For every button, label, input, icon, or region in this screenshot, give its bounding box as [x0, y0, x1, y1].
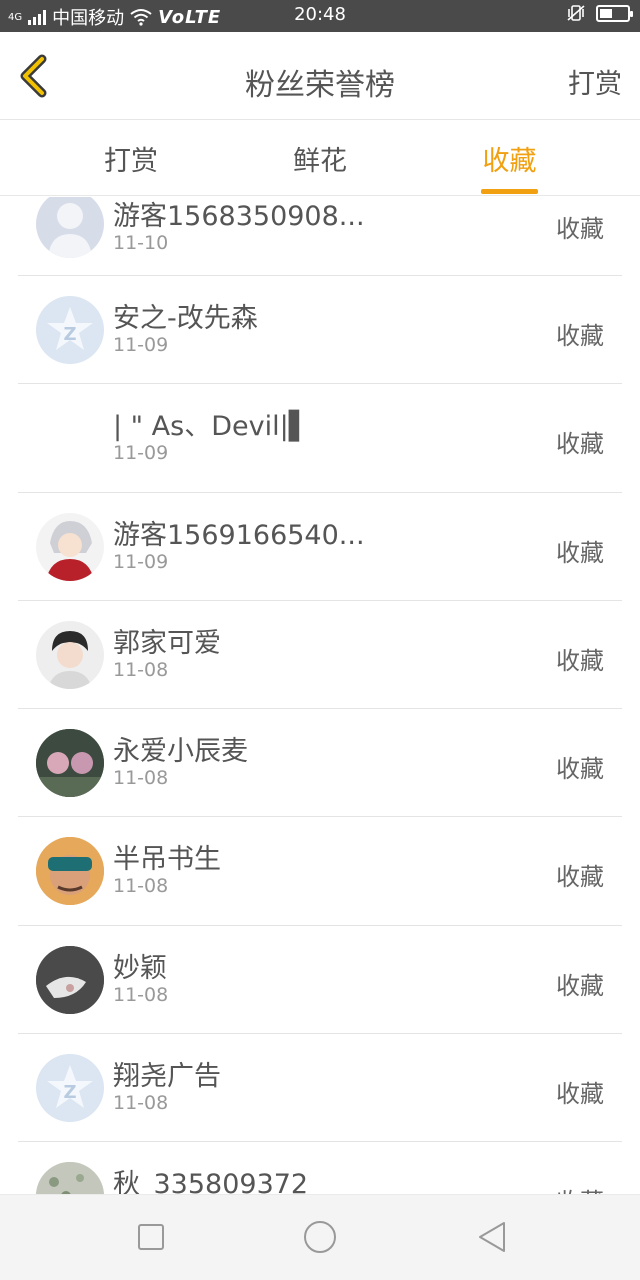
date-label: 11-08	[113, 983, 169, 1006]
user-name: 安之-改先森	[113, 303, 258, 334]
list-item[interactable]: 郭家可爱 11-08 收藏	[0, 601, 640, 710]
user-name: 妙颖	[113, 952, 167, 984]
triangle-back-icon	[479, 1222, 505, 1252]
date-label: 11-08	[113, 875, 169, 898]
avatar-blank	[36, 404, 104, 473]
list-item[interactable]: 游客1568350908... 11-10 收藏	[0, 197, 640, 276]
list-item[interactable]: 半吊书生 11-08 收藏	[0, 817, 640, 926]
list-item[interactable]: | " As、Devil|▌ 11-09 收藏	[0, 384, 640, 493]
vibrate-icon	[567, 5, 585, 21]
avatar-qq-default-icon: Z	[36, 296, 104, 364]
recents-button[interactable]	[131, 1217, 171, 1257]
system-nav-bar	[0, 1194, 640, 1280]
favorite-label: 收藏	[556, 971, 604, 1000]
favorite-label: 收藏	[556, 1080, 604, 1109]
tip-button[interactable]: 打赏	[568, 62, 622, 101]
circle-icon	[304, 1221, 336, 1253]
list-item[interactable]: 游客1569166540... 11-09 收藏	[0, 493, 640, 601]
date-label: 11-08	[113, 1092, 169, 1115]
user-name: 秋_335809372	[113, 1169, 309, 1194]
home-button[interactable]	[300, 1217, 340, 1257]
date-label: 11-08	[113, 658, 169, 681]
list-item[interactable]: 永爱小辰麦 11-08 收藏	[0, 709, 640, 818]
avatar-couple-photo	[36, 729, 104, 798]
list-item[interactable]: Z 安之-改先森 11-09 收藏	[0, 276, 640, 385]
user-name: 游客1568350908...	[113, 201, 365, 232]
tab-bar: 打赏 鲜花 收藏	[0, 121, 640, 196]
list-item[interactable]: 妙颖 11-08 收藏	[0, 926, 640, 1035]
avatar-portrait-photo	[36, 620, 104, 689]
user-name: 半吊书生	[113, 844, 221, 876]
back-nav-button[interactable]	[472, 1217, 512, 1257]
favorite-label: 收藏	[556, 538, 604, 567]
square-icon	[138, 1224, 164, 1250]
list-item[interactable]: Z 翔尧广告 11-08 收藏	[0, 1034, 640, 1143]
svg-text:Z: Z	[63, 324, 76, 345]
page-title: 粉丝荣誉榜	[245, 68, 395, 103]
avatar-floral-photo	[36, 1162, 104, 1194]
avatar-qq-default-icon: Z	[36, 1054, 104, 1123]
favorite-label: 收藏	[556, 755, 604, 784]
tab-tip[interactable]: 打赏	[103, 139, 159, 178]
clock: 20:48	[294, 4, 346, 25]
user-name: 郭家可爱	[113, 627, 221, 659]
avatar-anime-photo	[36, 512, 104, 581]
user-name: 永爱小辰麦	[113, 736, 248, 768]
date-label: 11-10	[113, 232, 169, 254]
tab-flowers[interactable]: 鲜花	[292, 139, 348, 178]
avatar-goggles-photo	[36, 837, 104, 906]
svg-text:Z: Z	[63, 1082, 76, 1103]
avatar-hand-photo	[36, 945, 104, 1014]
avatar-default-person-icon	[36, 197, 104, 258]
battery-icon	[596, 4, 633, 22]
date-label: 11-08	[113, 767, 169, 790]
favorite-label: 收藏	[556, 322, 604, 350]
active-tab-indicator	[481, 189, 538, 194]
status-bar: 4G 中国移动 VoLTE 20:48	[0, 0, 640, 32]
favorite-label: 收藏	[556, 863, 604, 892]
date-label: 11-09	[113, 334, 169, 356]
favorite-label: 收藏	[556, 430, 604, 459]
user-name: | " As、Devil|▌	[113, 411, 310, 443]
favorite-label: 收藏	[556, 1182, 604, 1194]
list-item[interactable]: 秋_335809372 收藏	[0, 1142, 640, 1194]
date-label: 11-09	[113, 442, 169, 465]
tab-favorites[interactable]: 收藏	[481, 139, 538, 194]
tab-favorites-label: 收藏	[482, 146, 537, 177]
date-label: 11-09	[113, 550, 169, 573]
favorite-label: 收藏	[556, 646, 604, 675]
favorite-label: 收藏	[556, 215, 604, 243]
user-name: 游客1569166540...	[113, 519, 365, 551]
tab-flowers-label: 鲜花	[293, 146, 347, 177]
tab-tip-label: 打赏	[104, 146, 158, 177]
app-header: 粉丝荣誉榜 打赏	[0, 32, 640, 120]
user-name: 翔尧广告	[113, 1061, 221, 1093]
fan-list[interactable]: 游客1568350908... 11-10 收藏 Z 安之-改先森 11-09 …	[0, 197, 640, 1194]
